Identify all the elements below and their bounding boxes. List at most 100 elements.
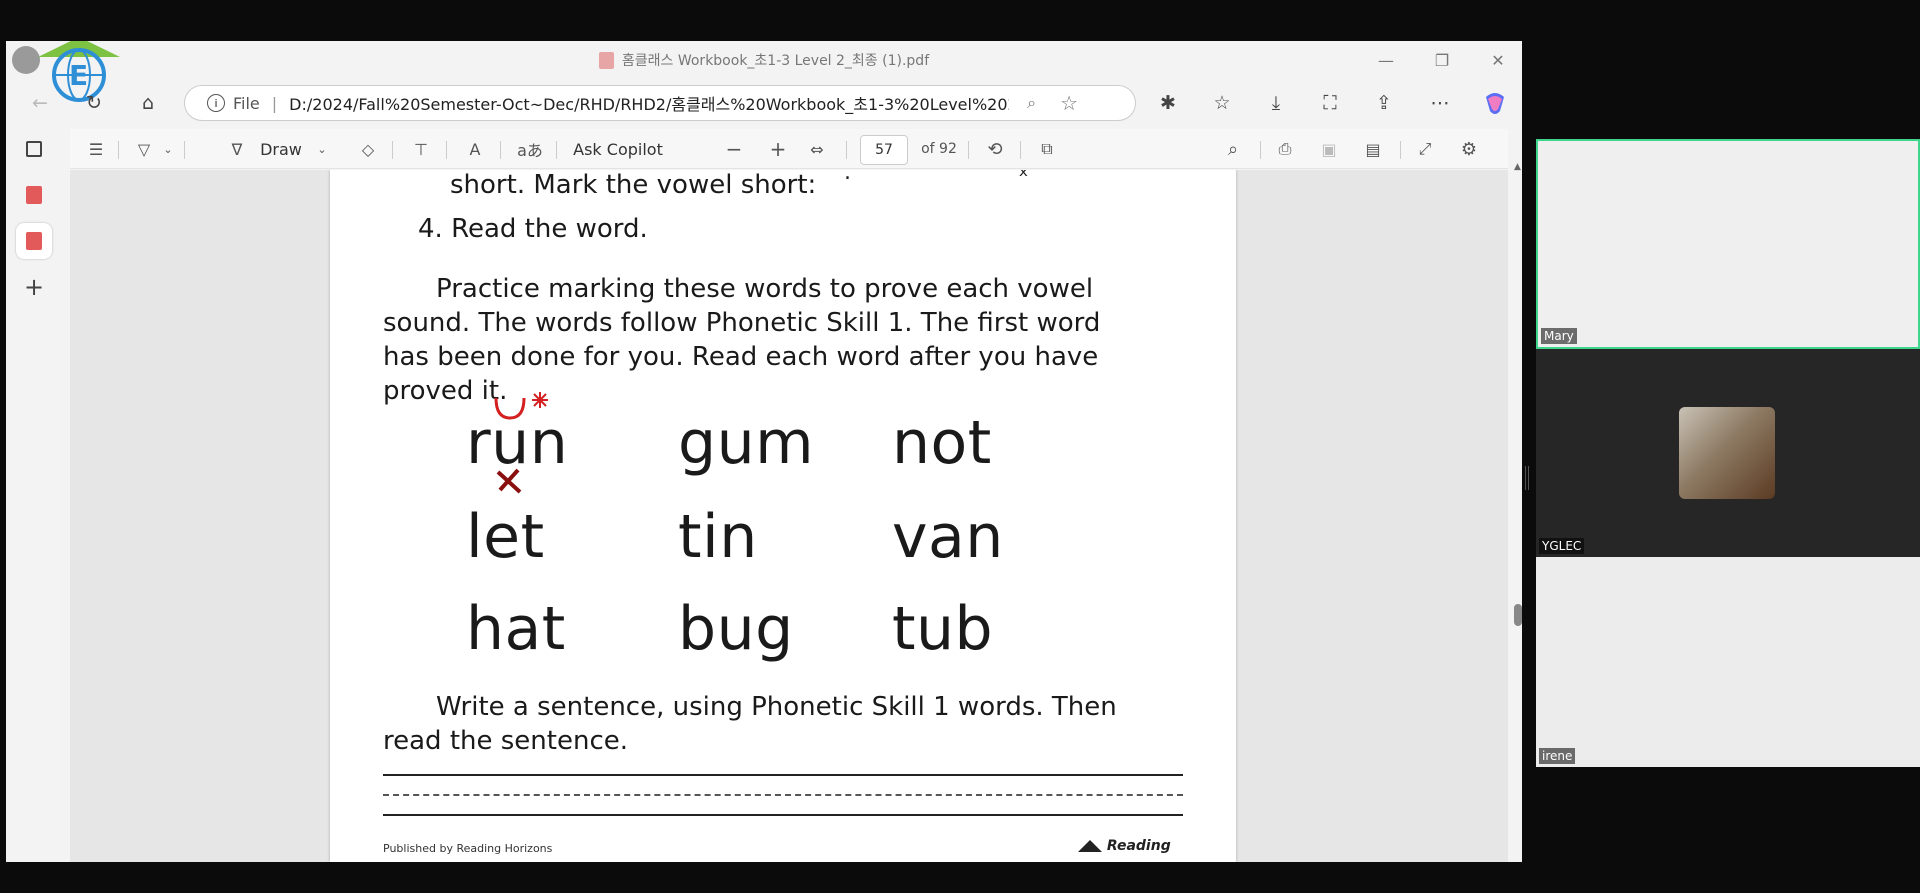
toolbar-divider [556,141,557,159]
step-4-text: 4. Read the word. [418,214,648,244]
toolbar-divider [1020,141,1021,159]
tab-actions-icon[interactable] [16,131,52,167]
share-icon[interactable]: ⇪ [1368,87,1400,119]
toolbar-divider [1260,141,1261,159]
address-scheme: File [233,93,260,113]
toolbar-divider [968,141,969,159]
participant-name: YGLEC [1539,538,1585,554]
page-number-input[interactable]: 57 [860,135,908,165]
publisher-footer: Published by Reading Horizons [383,842,553,855]
zoom-out-icon[interactable]: − [720,129,748,169]
chevron-down-icon[interactable]: ⌄ [314,129,330,169]
word-gum: gum [678,408,815,478]
panel-resize-handle[interactable] [1525,466,1529,490]
word-not: not [892,408,992,478]
highlight-icon[interactable]: ▽ [130,129,158,169]
pdf-file-icon [598,51,614,69]
logo-text: Reading [1106,838,1171,854]
toolbar-divider [392,141,393,159]
word-tin: tin [678,502,758,572]
scroll-up-icon[interactable]: ▲ [1514,162,1521,172]
word-van: van [892,502,1004,572]
window-title: 홈클래스 Workbook_초1-3 Level 2_최종 (1).pdf [6,41,1522,79]
paragraph-line: sound. The words follow Phonetic Skill 1… [383,308,1101,338]
scrollbar-thumb[interactable] [1514,604,1522,626]
read-aloud-button[interactable]: A [460,129,490,169]
breve-mark-glyph: ˘ . [826,170,851,185]
zoom-in-icon[interactable]: + [764,129,792,169]
fullscreen-icon[interactable]: ⤢ [1410,129,1440,169]
rotate-icon[interactable]: ⟲ [980,129,1010,169]
eraser-icon[interactable]: ◇ [354,129,382,169]
refresh-icon[interactable]: ↻ [78,87,110,119]
print-icon[interactable]: ⎙ [1270,129,1300,169]
back-icon[interactable]: ← [24,87,56,119]
copilot-icon[interactable] [1482,91,1508,117]
instruction-line: short. Mark the vowel short: [450,170,817,200]
home-icon[interactable]: ⌂ [132,87,164,119]
red-ink-annotation [494,392,548,494]
page-total: of 92 [921,141,957,157]
search-icon[interactable]: ⌕ [1218,129,1248,169]
favorite-star-icon[interactable]: ☆ [1060,91,1078,115]
toolbar-divider [446,141,447,159]
extensions-icon[interactable]: ✱ [1152,87,1184,119]
address-divider: | [271,93,278,113]
participant-tile-yglec[interactable]: YGLEC [1536,349,1920,557]
participant-tile-mary[interactable]: Mary [1536,139,1920,349]
word-tub: tub [892,594,994,664]
pdf-tab-icon[interactable] [16,177,52,213]
fit-width-icon[interactable]: ⇔ [802,129,832,169]
paragraph-line: Practice marking these words to prove ea… [436,274,1094,304]
word-bug: bug [678,594,794,664]
writing-baseline [383,814,1183,816]
address-bar[interactable]: i File | D:/2024/Fall%20Semester-Oct~Dec… [184,85,1136,121]
vertical-tabs-rail: + [6,129,70,862]
title-bar: 홈클래스 Workbook_초1-3 Level 2_최종 (1).pdf E … [6,41,1522,102]
page-view-icon[interactable]: ⧉ [1032,129,1062,169]
pdf-toolbar: ☰ ▽ ⌄ ∇ Draw ⌄ ◇ ⊤ A aあ Ask Copilot − + … [70,129,1508,169]
paragraph-line: has been done for you. Read each word af… [383,342,1099,372]
cross-mark-glyph: ₓ [1018,170,1029,182]
restore-button[interactable]: ❐ [1414,41,1470,79]
pdf-tab-active-icon[interactable] [16,223,52,259]
writing-line [383,774,1183,776]
chevron-down-icon[interactable]: ⌄ [160,129,176,169]
favorites-icon[interactable]: ☆ [1206,87,1238,119]
word-let: let [466,502,545,572]
save-icon[interactable]: ▣ [1314,129,1344,169]
address-text[interactable]: D:/2024/Fall%20Semester-Oct~Dec/RHD/RHD2… [289,91,1009,115]
word-hat: hat [466,594,566,664]
close-button[interactable]: ✕ [1470,41,1522,79]
screenshot-icon[interactable]: ⛶ [1314,87,1346,119]
pdf-viewer[interactable]: short. Mark the vowel short: ˘ . ₓ 4. Re… [70,170,1508,862]
participant-name: Mary [1541,328,1577,344]
save-as-icon[interactable]: ▤ [1358,129,1388,169]
downloads-icon[interactable]: ⤓ [1260,87,1292,119]
toolbar-divider [846,141,847,159]
writing-midline [383,794,1183,796]
draw-pen-icon[interactable]: ∇ [222,129,252,169]
vertical-scrollbar[interactable]: ▲ ▼ [1514,162,1522,862]
participant-tile-irene[interactable]: irene [1536,557,1920,767]
minimize-button[interactable]: — [1358,41,1414,79]
address-row: ← ↻ ⌂ i File | D:/2024/Fall%20Semester-O… [6,79,1522,127]
contents-icon[interactable]: ☰ [82,129,110,169]
window-title-text: 홈클래스 Workbook_초1-3 Level 2_최종 (1).pdf [621,53,930,69]
paragraph-line: Write a sentence, using Phonetic Skill 1… [436,692,1117,722]
paragraph-line: read the sentence. [383,726,628,756]
settings-gear-icon[interactable]: ⚙ [1454,129,1484,169]
ask-copilot-button[interactable]: Ask Copilot [568,129,668,169]
draw-button[interactable]: Draw [256,129,306,169]
more-menu-icon[interactable]: ⋯ [1424,87,1456,119]
toolbar-divider [118,141,119,159]
toolbar-divider [500,141,501,159]
info-icon[interactable]: i [207,94,225,112]
zoom-icon[interactable]: ⌕ [1027,93,1036,113]
text-box-icon[interactable]: ⊤ [406,129,436,169]
participant-avatar [1679,407,1775,499]
new-tab-icon[interactable]: + [16,269,52,305]
browser-window: 홈클래스 Workbook_초1-3 Level 2_최종 (1).pdf E … [6,41,1522,862]
translate-button[interactable]: aあ [512,129,548,169]
participant-name: irene [1539,748,1576,764]
